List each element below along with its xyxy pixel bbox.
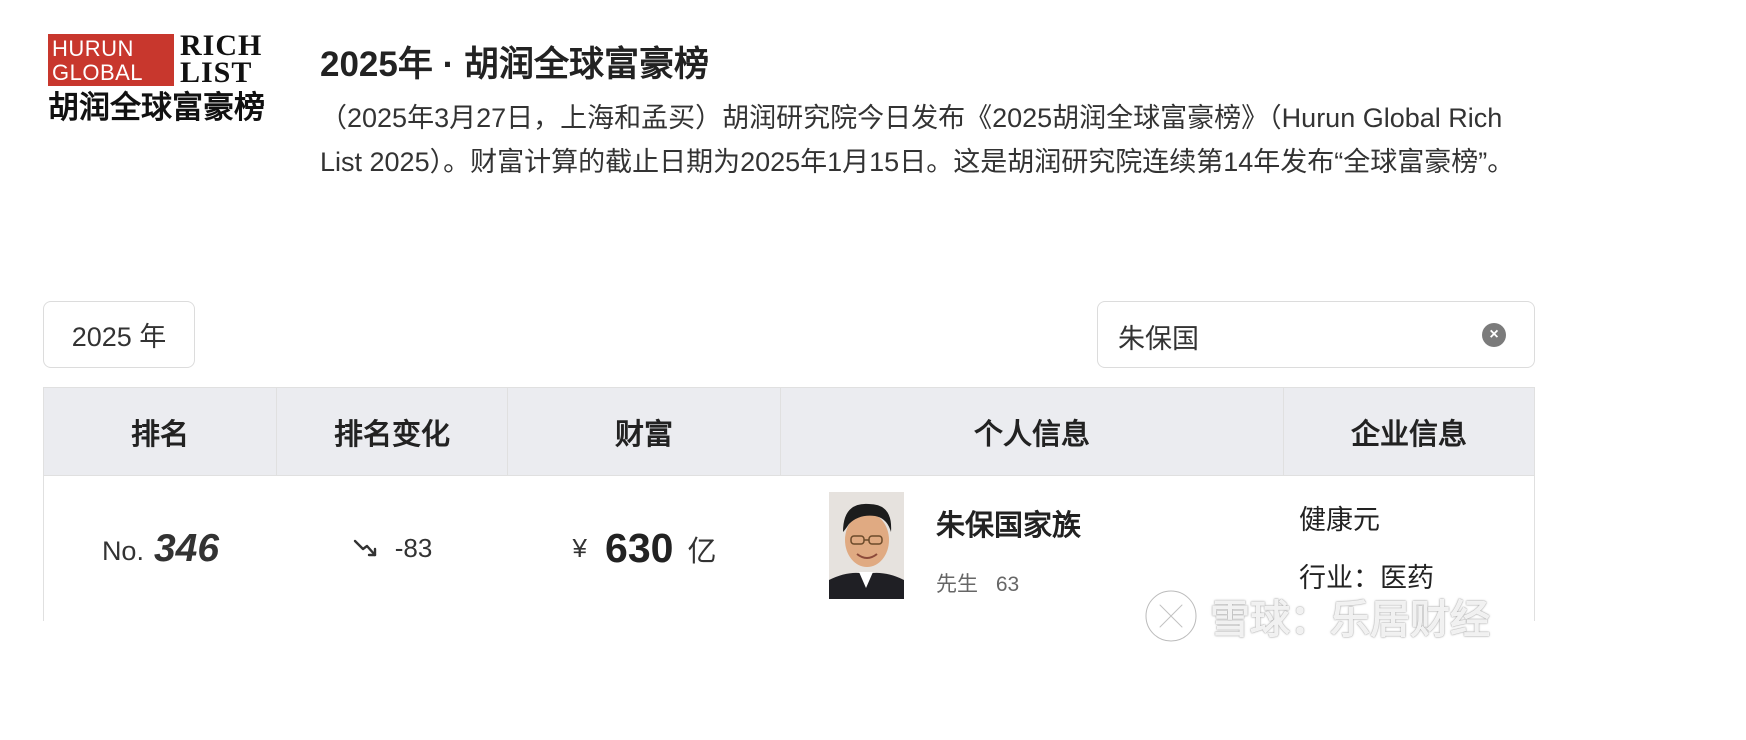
logo-text-hurun: HURUN [52, 36, 134, 61]
logo-text-global: GLOBAL [52, 60, 144, 85]
year-select[interactable]: 2025 年 [43, 301, 195, 368]
rank-prefix: No. [101, 536, 144, 566]
wealth-cell: ¥ 630 亿 [508, 476, 781, 621]
company-name[interactable]: 健康元 [1299, 498, 1380, 537]
logo-black-block: RICH LIST [180, 29, 288, 89]
avatar[interactable] [829, 492, 904, 599]
rank-change-value: -83 [394, 533, 433, 563]
person-title: 先生 [936, 573, 978, 596]
rank-change-cell: -83 [277, 476, 508, 621]
trend-down-icon [353, 539, 376, 556]
page-title: 2025年 · 胡润全球富豪榜 [320, 45, 709, 84]
watermark: 雪球：乐居财经 [1142, 584, 1490, 648]
rank-cell: No. 346 [44, 476, 277, 621]
person-name[interactable]: 朱保国家族 [936, 502, 1081, 544]
header-company-info: 企业信息 [1350, 419, 1467, 451]
table-header: 排名 排名变化 财富 个人信息 企业信息 [44, 388, 1534, 476]
watermark-text: 雪球：乐居财经 [1210, 598, 1490, 642]
clear-icon[interactable]: × [1482, 323, 1506, 347]
header-rank: 排名 [44, 388, 277, 476]
logo-text-cn: 胡润全球富豪榜 [48, 90, 265, 126]
header-wealth: 财富 [508, 388, 781, 476]
search-input[interactable] [1118, 316, 1458, 356]
xueqiu-logo-icon [1143, 588, 1199, 644]
hurun-logo[interactable]: HURUN GLOBAL RICH LIST 胡润全球富豪榜 [48, 29, 288, 134]
avatar-photo [829, 492, 904, 599]
person-meta: 先生 63 [936, 568, 1019, 598]
person-age: 63 [995, 573, 1020, 596]
logo-text-list: LIST [180, 56, 253, 89]
header-personal-info: 个人信息 [781, 388, 1284, 476]
page-description: （2025年3月27日，上海和孟买）胡润研究院今日发布《2025胡润全球富豪榜》… [320, 103, 1515, 177]
wealth-unit: 亿 [687, 535, 717, 568]
wealth-value: 630 [605, 525, 674, 571]
rank-number: 346 [153, 526, 220, 570]
logo-text-rich: RICH [180, 29, 263, 62]
header-rank-change: 排名变化 [277, 388, 508, 476]
page: HURUN GLOBAL RICH LIST 胡润全球富豪榜 2025年 · 胡… [0, 0, 1746, 740]
logo-red-block: HURUN GLOBAL [48, 34, 174, 86]
search-box[interactable]: × [1097, 301, 1535, 368]
currency-symbol: ¥ [572, 533, 588, 563]
